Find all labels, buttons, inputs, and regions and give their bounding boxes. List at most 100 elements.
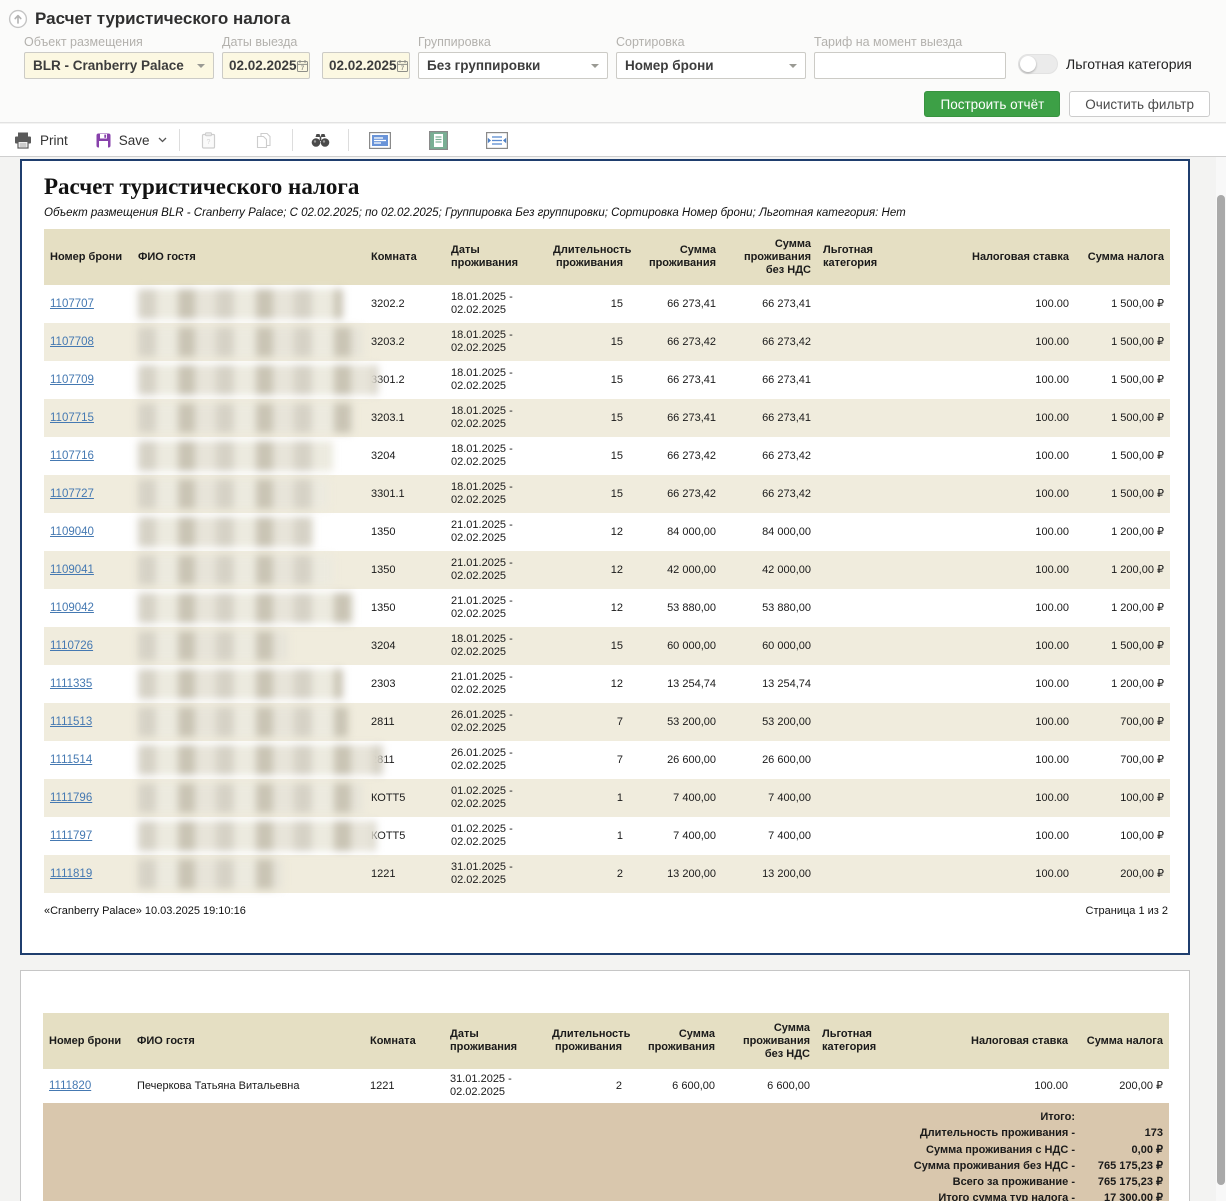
table-header-row: Номер брониФИО гостяКомнатаДаты проживан…	[43, 1013, 1169, 1069]
date-to-input[interactable]: 02.02.2025 7	[322, 52, 410, 79]
totals-line: Всего за проживание -765 175,23 ₽	[43, 1174, 1169, 1190]
booking-link[interactable]: 1109040	[50, 526, 94, 538]
view-layout-button[interactable]	[369, 132, 391, 149]
column-header: Сумма проживания	[628, 1013, 721, 1069]
save-dropdown-chevron-icon[interactable]	[158, 137, 167, 143]
table-row: 1109042135021.01.2025 -02.02.20251253 88…	[44, 589, 1170, 627]
totals-value: 17 300,00 ₽	[1075, 1190, 1169, 1201]
table-row: 1111797КОТТ501.02.2025 -02.02.202517 400…	[44, 817, 1170, 855]
table-cell: 15	[547, 437, 629, 475]
table-cell: 7	[547, 741, 629, 779]
view-continuous-button[interactable]	[429, 131, 448, 150]
booking-link[interactable]: 1110726	[50, 640, 93, 652]
print-button[interactable]: Print	[14, 132, 68, 149]
table-cell: 7 400,00	[629, 779, 722, 817]
table-cell	[817, 399, 935, 437]
booking-link[interactable]: 1111797	[50, 830, 92, 842]
scrollbar-thumb[interactable]	[1217, 195, 1225, 1185]
booking-link[interactable]: 1111514	[50, 754, 92, 766]
column-header: Длительность проживания	[546, 1013, 628, 1069]
table-cell: 100.00	[935, 779, 1075, 817]
table-cell: 66 273,41	[629, 399, 722, 437]
booking-link[interactable]: 1107716	[50, 450, 94, 462]
table-cell: 200,00 ₽	[1074, 1069, 1169, 1103]
booking-link[interactable]: 1107708	[50, 336, 94, 348]
booking-link[interactable]: 1107707	[50, 298, 94, 310]
booking-link[interactable]: 1109042	[50, 602, 94, 614]
table-row: 11077153203.118.01.2025 -02.02.20251566 …	[44, 399, 1170, 437]
grouping-select[interactable]: Без группировки	[418, 52, 608, 79]
booking-link[interactable]: 1107715	[50, 412, 94, 424]
build-report-button[interactable]: Построить отчёт	[924, 91, 1060, 117]
table-cell	[817, 323, 935, 361]
table-cell: 53 200,00	[722, 703, 817, 741]
report-page-1: Расчет туристического налога Объект разм…	[20, 159, 1190, 955]
booking-link[interactable]: 1111796	[50, 792, 92, 804]
table-cell: 66 273,41	[629, 361, 722, 399]
table-cell	[817, 285, 935, 323]
booking-link[interactable]: 1111819	[50, 868, 92, 880]
table-row: 1111796КОТТ501.02.2025 -02.02.202517 400…	[44, 779, 1170, 817]
booking-link[interactable]: 1107727	[50, 488, 94, 500]
calendar-icon[interactable]: 7	[397, 60, 408, 72]
booking-link[interactable]: 1109041	[50, 564, 94, 576]
column-header: Сумма проживания без НДС	[722, 229, 817, 285]
view-fit-width-button[interactable]	[486, 132, 508, 149]
table-cell: 100.00	[935, 399, 1075, 437]
booking-link[interactable]: 1111820	[49, 1080, 91, 1092]
object-label: Объект размещения	[24, 33, 214, 52]
report-preview-area: Расчет туристического налога Объект разм…	[0, 157, 1226, 1201]
table-cell: 1350	[365, 589, 445, 627]
table-cell: КОТТ5	[365, 817, 445, 855]
column-header: ФИО гостя	[131, 1013, 364, 1069]
privileged-category-toggle[interactable]	[1018, 54, 1058, 74]
booking-link[interactable]: 1111335	[50, 678, 92, 690]
date-from-input[interactable]: 02.02.2025 7	[222, 52, 310, 79]
booking-link[interactable]: 1111513	[50, 716, 92, 728]
table-cell: 66 273,42	[722, 323, 817, 361]
table-row: 1110726320418.01.2025 -02.02.20251560 00…	[44, 627, 1170, 665]
object-select[interactable]: BLR - Cranberry Palace	[24, 52, 214, 79]
save-button[interactable]: Save	[96, 133, 167, 148]
guest-name-redacted	[138, 707, 348, 737]
guest-name-redacted	[138, 479, 328, 509]
table-cell: 66 273,42	[722, 437, 817, 475]
table-cell: 12	[547, 513, 629, 551]
table-cell	[132, 285, 365, 323]
table-cell: 01.02.2025 -02.02.2025	[445, 817, 547, 855]
guest-name-redacted	[138, 669, 343, 699]
table-cell	[132, 437, 365, 475]
table-cell: 100,00 ₽	[1075, 817, 1170, 855]
sorting-select[interactable]: Номер брони	[616, 52, 806, 79]
table-cell: 15	[547, 399, 629, 437]
toggle-label: Льготная категория	[1066, 56, 1192, 72]
table-cell	[132, 741, 365, 779]
table-cell: 66 273,41	[722, 399, 817, 437]
table-cell: 1107715	[44, 399, 132, 437]
find-button[interactable]	[311, 133, 330, 148]
booking-link[interactable]: 1107709	[50, 374, 94, 386]
column-header: Сумма проживания	[629, 229, 722, 285]
column-header: Льготная категория	[817, 229, 935, 285]
column-header: Льготная категория	[816, 1013, 934, 1069]
table-cell: 1107708	[44, 323, 132, 361]
table-cell	[817, 855, 935, 893]
table-cell: 13 254,74	[722, 665, 817, 703]
table-cell: 26 600,00	[722, 741, 817, 779]
table-cell: 21.01.2025 -02.02.2025	[445, 551, 547, 589]
guest-name-redacted	[138, 517, 313, 547]
collapse-panel-icon[interactable]	[8, 9, 28, 29]
table-cell: 53 200,00	[629, 703, 722, 741]
table-cell: 2811	[365, 703, 445, 741]
tariff-input[interactable]	[819, 53, 1001, 78]
clear-filter-button[interactable]: Очистить фильтр	[1069, 91, 1210, 117]
table-cell	[817, 589, 935, 627]
table-cell: 100.00	[935, 627, 1075, 665]
report-subtitle: Объект размещения BLR - Cranberry Palace…	[44, 207, 1168, 219]
table-cell: 1 200,00 ₽	[1075, 589, 1170, 627]
table-cell: 15	[547, 627, 629, 665]
column-header: Даты проживания	[445, 229, 547, 285]
table-cell: 3203.2	[365, 323, 445, 361]
table-cell	[132, 779, 365, 817]
calendar-icon[interactable]: 7	[297, 60, 308, 72]
